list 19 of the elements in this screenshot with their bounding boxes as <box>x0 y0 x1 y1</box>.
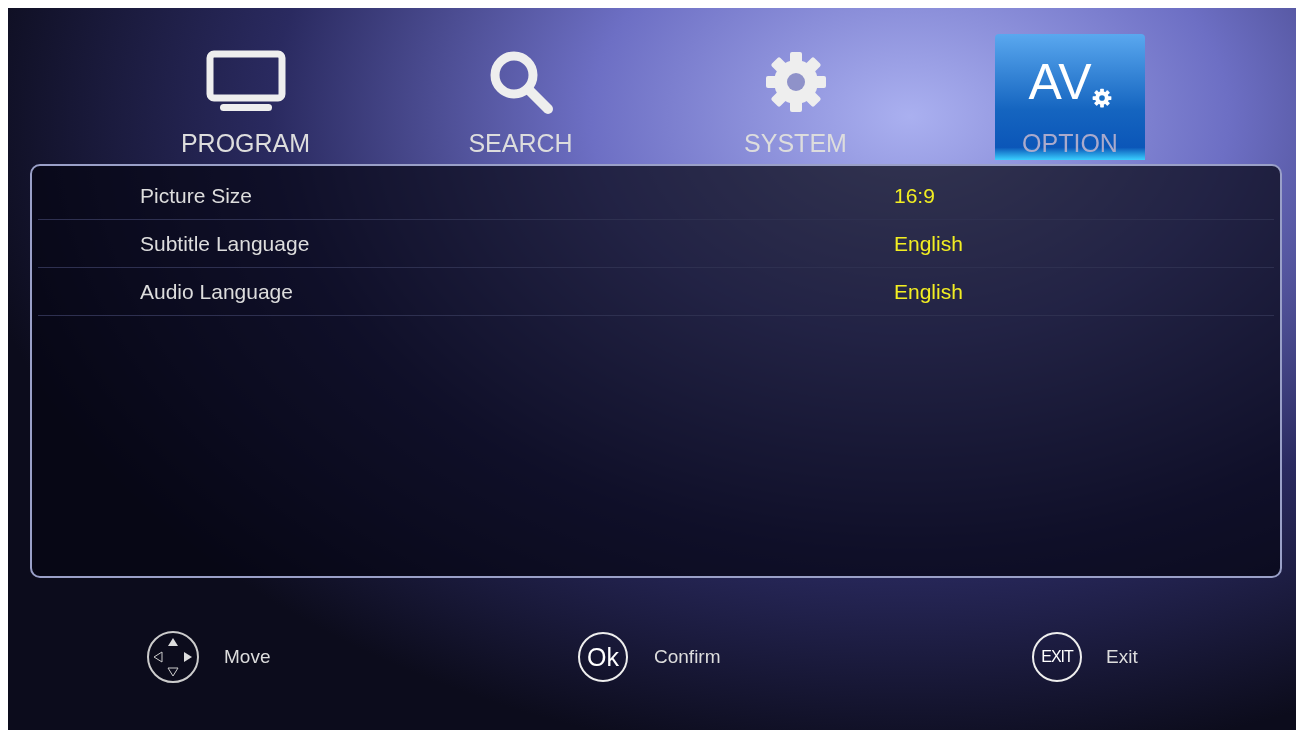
key-hint-label: Move <box>224 646 271 668</box>
av-icon-text: AV <box>1028 56 1092 108</box>
menu-tab[interactable]: AV OPTION <box>995 34 1145 160</box>
setting-label[interactable]: Audio Language <box>38 279 894 304</box>
setting-label[interactable]: Picture Size <box>38 183 894 208</box>
dpad-icon <box>146 630 200 684</box>
key-hint-label: Exit <box>1106 646 1138 668</box>
setting-value: English <box>894 279 963 304</box>
gear-icon <box>763 50 828 114</box>
setting-value: 16:9 <box>894 183 935 208</box>
key-hint-label: Confirm <box>654 646 721 668</box>
menu-tab[interactable]: PROGRAM <box>108 34 383 160</box>
gear-icon <box>1091 88 1112 108</box>
exit-key-icon: EXIT <box>1032 632 1082 682</box>
setting-label[interactable]: Subtitle Language <box>38 231 894 256</box>
ok-key-icon: Ok <box>578 632 628 682</box>
setting-value: English <box>894 231 963 256</box>
tv-icon <box>205 50 286 114</box>
menu-tab[interactable]: SEARCH <box>383 34 658 160</box>
